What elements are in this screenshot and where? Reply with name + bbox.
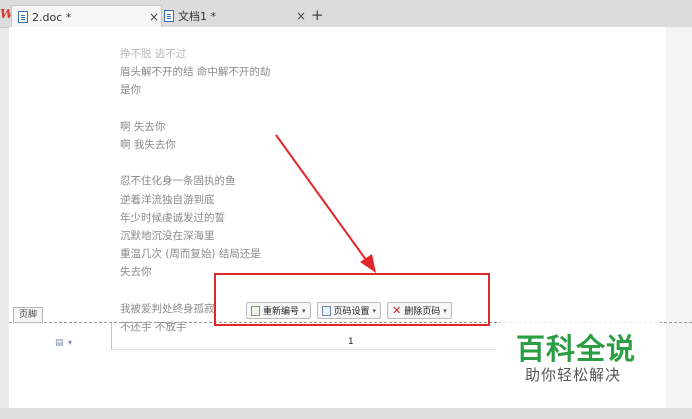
watermark-title: 百科全说 <box>516 332 637 366</box>
watermark-subtitle: 助你轻松解决 <box>525 366 622 384</box>
annotation-arrow-head <box>360 254 376 273</box>
annotation-arrow-shaft <box>275 134 370 265</box>
status-bar-strip <box>0 408 692 419</box>
